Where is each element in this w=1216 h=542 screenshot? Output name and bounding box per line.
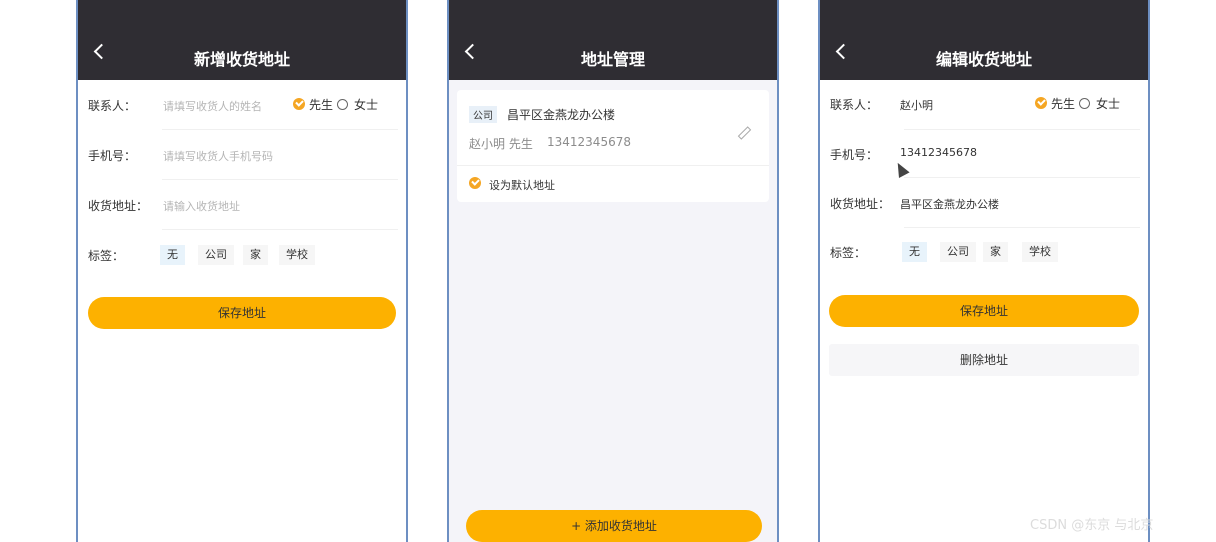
phone-input[interactable]: 请填写收货人手机号码 — [163, 148, 273, 164]
phone-label: 手机号： — [830, 148, 879, 162]
add-address-button[interactable]: + 添加收货地址 — [466, 510, 762, 542]
save-button[interactable]: 保存地址 — [88, 297, 396, 329]
phone-input[interactable]: 13412345678 — [900, 146, 977, 159]
phone-label: 手机号： — [88, 149, 137, 163]
watermark: CSDN @东京 与北京 — [1030, 518, 1154, 533]
phone-edit-address: 编辑收货地址 联系人： 赵小明 先生 女士 手机号： 13412345678 收… — [818, 0, 1150, 542]
radio-checked-icon[interactable] — [1035, 97, 1047, 109]
header: 新增收货地址 — [78, 0, 406, 80]
gender-male-label[interactable]: 先生 — [1051, 95, 1075, 112]
address-label: 收货地址： — [88, 199, 149, 213]
tag-none[interactable]: 无 — [160, 245, 185, 265]
contact-row: 联系人： 请填写收货人的姓名 先生 女士 — [78, 80, 406, 130]
address-text: 昌平区金燕龙办公楼 — [507, 108, 616, 122]
divider — [457, 165, 769, 166]
contact-phone: 13412345678 — [547, 135, 631, 149]
tag-row: 标签： 无 公司 家 学校 — [820, 228, 1148, 278]
page-title: 地址管理 — [580, 50, 645, 69]
tag-company[interactable]: 公司 — [940, 242, 976, 262]
address-input[interactable]: 昌平区金燕龙办公楼 — [900, 196, 999, 212]
phone-row: 手机号： 请填写收货人手机号码 — [78, 130, 406, 180]
phone-add-address: 新增收货地址 联系人： 请填写收货人的姓名 先生 女士 手机号： 请填写收货人手… — [76, 0, 408, 542]
radio-checked-icon[interactable] — [469, 177, 481, 189]
header: 编辑收货地址 — [820, 0, 1148, 80]
contact-label: 联系人： — [830, 98, 879, 112]
contact-gender: 先生 — [508, 137, 533, 151]
address-input[interactable]: 请输入收货地址 — [163, 198, 240, 214]
header: 地址管理 — [449, 0, 777, 80]
contact-input[interactable]: 赵小明 — [900, 97, 933, 113]
pencil-icon[interactable] — [737, 126, 752, 140]
phone-address-management: 地址管理 公司 昌平区金燕龙办公楼 赵小明 先生 13412345678 设为默… — [447, 0, 779, 542]
tag-none[interactable]: 无 — [902, 242, 927, 262]
phone-row: 手机号： 13412345678 — [820, 128, 1148, 178]
address-tag-badge: 公司 — [469, 106, 497, 123]
address-row: 收货地址： 请输入收货地址 — [78, 180, 406, 230]
radio-unchecked-icon[interactable] — [337, 99, 348, 110]
gender-female-label[interactable]: 女士 — [1096, 95, 1120, 112]
tag-school[interactable]: 学校 — [279, 245, 315, 265]
address-label: 收货地址： — [830, 197, 891, 211]
delete-button[interactable]: 删除地址 — [829, 344, 1139, 376]
contact-label: 联系人： — [88, 99, 137, 113]
tag-home[interactable]: 家 — [983, 242, 1008, 262]
tag-company[interactable]: 公司 — [198, 245, 234, 265]
contact-name-text: 赵小明 — [469, 137, 506, 151]
page-title: 新增收货地址 — [193, 50, 290, 69]
contact-input[interactable]: 请填写收货人的姓名 — [163, 98, 262, 114]
tag-label: 标签： — [88, 249, 125, 263]
radio-checked-icon[interactable] — [293, 98, 305, 110]
gender-male-label[interactable]: 先生 — [309, 96, 333, 113]
tag-row: 标签： 无 公司 家 学校 — [78, 230, 406, 280]
tag-label: 标签： — [830, 246, 867, 260]
contact-name: 赵小明 先生 — [469, 135, 533, 152]
default-address-label[interactable]: 设为默认地址 — [489, 177, 555, 193]
save-button[interactable]: 保存地址 — [829, 295, 1139, 327]
radio-unchecked-icon[interactable] — [1079, 98, 1090, 109]
page-title: 编辑收货地址 — [935, 50, 1032, 69]
address-row: 收货地址： 昌平区金燕龙办公楼 — [820, 178, 1148, 228]
tag-home[interactable]: 家 — [243, 245, 268, 265]
gender-female-label[interactable]: 女士 — [354, 96, 378, 113]
address-card[interactable]: 公司 昌平区金燕龙办公楼 赵小明 先生 13412345678 设为默认地址 — [457, 90, 769, 202]
contact-row: 联系人： 赵小明 先生 女士 — [820, 80, 1148, 130]
tag-school[interactable]: 学校 — [1022, 242, 1058, 262]
